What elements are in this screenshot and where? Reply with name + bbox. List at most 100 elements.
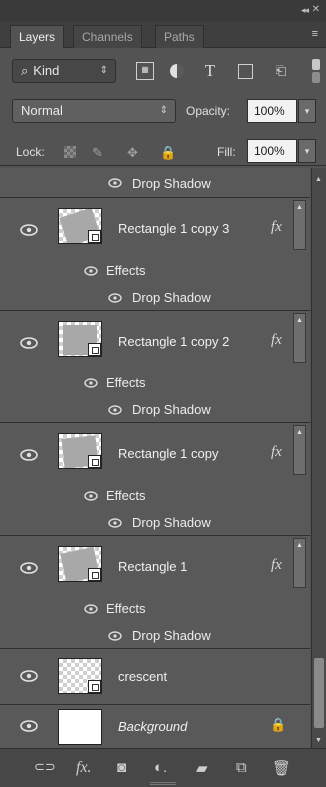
layer-name: Rectangle 1 copy 2 xyxy=(118,334,230,349)
eye-icon[interactable] xyxy=(108,405,122,415)
resize-grip[interactable] xyxy=(150,782,176,785)
layer-row[interactable]: Rectangle 1 copy fx ▲ Effects Drop Shado… xyxy=(0,423,310,536)
layers-scrollbar[interactable]: ▲ ▼ xyxy=(311,168,326,748)
search-icon: ⌕ xyxy=(21,63,29,78)
drop-shadow-label: Drop Shadow xyxy=(132,402,211,417)
drop-shadow-label: Drop Shadow xyxy=(132,290,211,305)
eye-icon[interactable] xyxy=(108,631,122,641)
fill-dropdown-button[interactable]: ▾ xyxy=(298,139,316,163)
eye-icon[interactable] xyxy=(20,449,38,461)
chevron-updown-icon: ⇕ xyxy=(159,105,168,116)
effects-label: Effects xyxy=(106,263,146,278)
smart-object-badge-icon xyxy=(88,455,101,468)
layer-thumbnail xyxy=(58,208,102,244)
eye-icon[interactable] xyxy=(20,720,38,732)
eye-icon[interactable] xyxy=(20,562,38,574)
tab-layers[interactable]: Layers xyxy=(10,25,65,48)
layer-row[interactable]: Rectangle 1 copy 2 fx ▲ Effects Drop Sha… xyxy=(0,311,310,423)
lock-icon: 🔒 xyxy=(270,717,287,732)
add-layer-style-icon[interactable]: fx. xyxy=(76,759,92,777)
blend-mode-select[interactable]: Normal ⇕ xyxy=(12,99,176,123)
layer-name: crescent xyxy=(118,669,168,684)
drop-shadow-label: Drop Shadow xyxy=(132,628,211,643)
chevron-updown-icon: ⇕ xyxy=(99,65,108,76)
filter-kind-select[interactable]: ⌕ Kind ⇕ xyxy=(12,59,116,83)
lock-transparent-pixels-icon[interactable] xyxy=(64,146,76,158)
layer-row[interactable]: crescent xyxy=(0,649,310,705)
layer-row[interactable]: Rectangle 1 copy 3 fx ▲ Effects Drop Sha… xyxy=(0,198,310,311)
effects-toggle-button[interactable]: ▲ xyxy=(293,425,306,475)
tab-paths[interactable]: Paths xyxy=(155,25,204,48)
filter-toggle-switch[interactable] xyxy=(310,58,322,84)
layer-name: Rectangle 1 copy xyxy=(118,446,219,461)
opacity-label: Opacity: xyxy=(186,104,231,118)
effect-row[interactable]: Drop Shadow xyxy=(0,168,310,198)
add-mask-icon[interactable]: ◙ xyxy=(117,759,126,776)
fx-icon: fx xyxy=(271,557,282,573)
lock-row: Lock: ✎ ✥ 🔒 Fill: 100% ▾ xyxy=(0,136,326,166)
fill-label: Fill: xyxy=(217,145,236,159)
eye-icon[interactable] xyxy=(108,178,122,188)
new-layer-icon[interactable]: ⧉ xyxy=(236,759,247,776)
layer-name: Background xyxy=(118,719,188,734)
eye-icon[interactable] xyxy=(84,266,98,276)
layer-thumbnail xyxy=(58,321,102,357)
effects-toggle-button[interactable]: ▲ xyxy=(293,538,306,588)
opacity-input[interactable]: 100% xyxy=(247,99,297,123)
filter-kind-label: Kind xyxy=(33,63,60,78)
lock-all-icon[interactable]: 🔒 xyxy=(160,145,176,161)
layer-name: Rectangle 1 copy 3 xyxy=(118,221,230,236)
effects-label: Effects xyxy=(106,488,146,503)
layer-filter-row: ⌕ Kind ⇕ ▦ T ⎗ xyxy=(0,56,326,86)
lock-position-icon[interactable]: ✥ xyxy=(127,145,138,161)
drop-shadow-label: Drop Shadow xyxy=(132,176,211,191)
panel-tabs: Layers Channels Paths ≡ xyxy=(0,22,326,48)
layer-row[interactable]: Background 🔒 xyxy=(0,705,310,748)
pixel-filter-icon[interactable]: ▦ xyxy=(136,62,154,80)
type-filter-icon[interactable]: T xyxy=(201,62,219,80)
effects-label: Effects xyxy=(106,375,146,390)
eye-icon[interactable] xyxy=(20,670,38,682)
eye-icon[interactable] xyxy=(84,378,98,388)
eye-icon[interactable] xyxy=(108,293,122,303)
smart-object-badge-icon xyxy=(88,680,101,693)
fx-icon: fx xyxy=(271,219,282,235)
fx-icon: fx xyxy=(271,444,282,460)
layer-row[interactable]: Rectangle 1 fx ▲ Effects Drop Shadow xyxy=(0,536,310,649)
effects-toggle-button[interactable]: ▲ xyxy=(293,200,306,250)
fill-input[interactable]: 100% xyxy=(247,139,297,163)
layers-bottom-toolbar: ⊂⊃ fx. ◙ ◐. ▰ ⧉ 🗑 xyxy=(0,748,326,787)
effects-toggle-button[interactable]: ▲ xyxy=(293,313,306,363)
new-group-folder-icon[interactable]: ▰ xyxy=(196,759,208,777)
scroll-down-icon[interactable]: ▼ xyxy=(315,737,322,744)
lock-image-pixels-icon[interactable]: ✎ xyxy=(92,145,103,161)
smart-object-badge-icon xyxy=(88,568,101,581)
delete-layer-trash-icon[interactable]: 🗑 xyxy=(272,759,291,777)
effects-label: Effects xyxy=(106,601,146,616)
fx-icon: fx xyxy=(271,332,282,348)
adjustment-filter-icon[interactable] xyxy=(170,64,184,78)
shape-filter-icon[interactable] xyxy=(238,64,253,79)
eye-icon[interactable] xyxy=(108,518,122,528)
eye-icon[interactable] xyxy=(20,224,38,236)
collapse-panel-icon[interactable]: ◂◂ xyxy=(301,5,309,16)
new-adjustment-layer-icon[interactable]: ◐. xyxy=(154,759,167,776)
link-layers-icon[interactable]: ⊂⊃ xyxy=(34,759,56,775)
close-panel-icon[interactable]: ✕ xyxy=(312,4,320,15)
layer-thumbnail xyxy=(58,709,102,745)
scrollbar-thumb[interactable] xyxy=(314,658,324,728)
layer-thumbnail xyxy=(58,546,102,582)
tab-channels[interactable]: Channels xyxy=(73,25,142,48)
scroll-up-icon[interactable]: ▲ xyxy=(315,176,322,183)
panel-menu-icon[interactable]: ≡ xyxy=(312,28,318,40)
eye-icon[interactable] xyxy=(84,491,98,501)
smart-object-badge-icon xyxy=(88,230,101,243)
eye-icon[interactable] xyxy=(84,604,98,614)
layer-thumbnail xyxy=(58,658,102,694)
smart-object-filter-icon[interactable]: ⎗ xyxy=(272,62,290,80)
panel-titlebar: ◂◂ ✕ xyxy=(0,0,326,22)
opacity-dropdown-button[interactable]: ▾ xyxy=(298,99,316,123)
eye-icon[interactable] xyxy=(20,337,38,349)
blend-mode-label: Normal xyxy=(21,103,63,118)
layer-thumbnail xyxy=(58,433,102,469)
